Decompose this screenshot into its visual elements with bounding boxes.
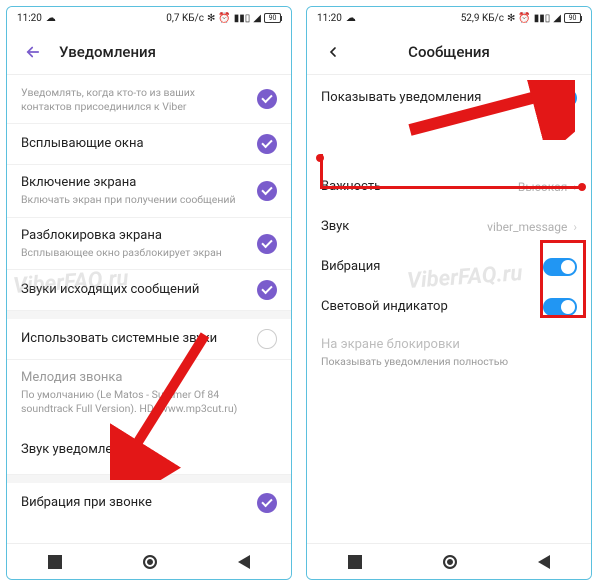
row-outgoing-sounds[interactable]: Звуки исходящих сообщений bbox=[7, 270, 291, 311]
signal-icon: ▮▮▯ bbox=[234, 13, 251, 24]
row-title: На экране блокировки bbox=[321, 337, 567, 354]
bluetooth-icon: ✻ bbox=[207, 13, 215, 24]
checkbox-icon[interactable] bbox=[257, 234, 277, 254]
phone-left: 11:20 ☁ 0,7 KБ/c ✻ ⏰ ▮▮▯ ◢ 90 Уведомлени… bbox=[6, 6, 292, 580]
row-title: Включение экрана bbox=[21, 175, 247, 192]
battery-icon: 90 bbox=[564, 13, 581, 23]
row-title: Мелодия звонка bbox=[21, 370, 267, 387]
toggle-switch[interactable] bbox=[543, 89, 577, 107]
row-title: Показывать уведомления bbox=[321, 90, 533, 107]
checkbox-icon[interactable] bbox=[257, 89, 277, 109]
annotation-underline bbox=[320, 186, 582, 189]
status-speed: 52,9 KБ/c bbox=[461, 13, 504, 24]
status-cloud-icon: ☁ bbox=[46, 13, 56, 24]
signal-icon: ▮▮▯ bbox=[534, 13, 551, 24]
row-title: Вибрация bbox=[321, 259, 533, 276]
status-speed: 0,7 KБ/c bbox=[166, 13, 204, 24]
nav-home-icon[interactable] bbox=[443, 555, 457, 569]
row-title: Использовать системные звуки bbox=[21, 331, 247, 348]
row-title: Звуки исходящих сообщений bbox=[21, 282, 247, 299]
row-value: viber_message bbox=[487, 220, 567, 234]
phone-right: 11:20 ☁ 52,9 KБ/c ✻ ⏰ ▮▮▯ ◢ 90 Сообщения… bbox=[306, 6, 592, 580]
status-cloud-icon: ☁ bbox=[346, 13, 356, 24]
page-title: Сообщения bbox=[408, 43, 490, 61]
row-title: Всплывающие окна bbox=[21, 136, 247, 153]
row-title: Световой индикатор bbox=[321, 299, 533, 316]
wifi-icon: ◢ bbox=[253, 13, 261, 24]
row-ringtone[interactable]: Мелодия звонка По умолчанию (Le Matos - … bbox=[7, 360, 291, 425]
row-contact-joined[interactable]: Уведомлять, когда кто-то из ваших контак… bbox=[7, 75, 291, 124]
row-unlock[interactable]: Разблокировка экрана Всплывающее окно ра… bbox=[7, 218, 291, 271]
row-sub: Уведомлять, когда кто-то из ваших контак… bbox=[21, 86, 247, 113]
status-time: 11:20 bbox=[317, 13, 342, 24]
row-vibration[interactable]: Вибрация bbox=[307, 247, 591, 287]
nav-home-icon[interactable] bbox=[143, 555, 157, 569]
row-sub: Показывать уведомления полностью bbox=[321, 355, 567, 369]
battery-icon: 90 bbox=[264, 13, 281, 23]
row-sub: Всплывающее окно разблокирует экран bbox=[21, 246, 247, 260]
checkbox-icon[interactable] bbox=[257, 181, 277, 201]
checkbox-icon[interactable] bbox=[257, 329, 277, 349]
divider bbox=[7, 311, 291, 319]
page-title: Уведомления bbox=[59, 43, 156, 61]
header: Уведомления bbox=[7, 29, 291, 75]
checkbox-icon[interactable] bbox=[257, 134, 277, 154]
alarm-icon: ⏰ bbox=[218, 13, 230, 24]
status-bar: 11:20 ☁ 52,9 KБ/c ✻ ⏰ ▮▮▯ ◢ 90 bbox=[307, 7, 591, 29]
row-title: Вибрация при звонке bbox=[21, 495, 247, 512]
toggle-switch[interactable] bbox=[543, 298, 577, 316]
back-button[interactable] bbox=[321, 40, 345, 64]
nav-recent-icon[interactable] bbox=[48, 555, 62, 569]
row-title: Разблокировка экрана bbox=[21, 228, 247, 245]
row-popup[interactable]: Всплывающие окна bbox=[7, 124, 291, 165]
bluetooth-icon: ✻ bbox=[507, 13, 515, 24]
row-screen-on[interactable]: Включение экрана Включать экран при полу… bbox=[7, 165, 291, 218]
header: Сообщения bbox=[307, 29, 591, 75]
row-vibrate-call[interactable]: Вибрация при звонке bbox=[7, 483, 291, 523]
wifi-icon: ◢ bbox=[553, 13, 561, 24]
settings-list: Уведомлять, когда кто-то из ваших контак… bbox=[7, 75, 291, 543]
row-notification-sound[interactable]: Звук уведомления bbox=[7, 426, 291, 476]
row-system-sounds[interactable]: Использовать системные звуки bbox=[7, 319, 291, 360]
nav-back-icon[interactable] bbox=[538, 555, 550, 569]
settings-list: Показывать уведомления Важность Высокая … bbox=[307, 75, 591, 543]
row-title: Звук bbox=[321, 219, 477, 236]
chevron-right-icon: › bbox=[573, 220, 577, 234]
nav-bar bbox=[307, 543, 591, 579]
nav-bar bbox=[7, 543, 291, 579]
divider bbox=[7, 475, 291, 483]
row-lockscreen[interactable]: На экране блокировки Показывать уведомле… bbox=[307, 327, 591, 379]
alarm-icon: ⏰ bbox=[518, 13, 530, 24]
checkbox-icon[interactable] bbox=[257, 280, 277, 300]
nav-recent-icon[interactable] bbox=[348, 555, 362, 569]
status-time: 11:20 bbox=[17, 13, 42, 24]
row-led[interactable]: Световой индикатор bbox=[307, 287, 591, 327]
row-title: Звук уведомления bbox=[21, 442, 267, 459]
row-sub: По умолчанию (Le Matos - Summer Of 84 so… bbox=[21, 388, 267, 415]
checkbox-icon[interactable] bbox=[257, 493, 277, 513]
row-sub: Включать экран при получении сообщений bbox=[21, 193, 247, 207]
toggle-switch[interactable] bbox=[543, 258, 577, 276]
back-button[interactable] bbox=[21, 40, 45, 64]
status-bar: 11:20 ☁ 0,7 KБ/c ✻ ⏰ ▮▮▯ ◢ 90 bbox=[7, 7, 291, 29]
nav-back-icon[interactable] bbox=[238, 555, 250, 569]
row-sound[interactable]: Звук viber_message › bbox=[307, 207, 591, 247]
row-show-notifications[interactable]: Показывать уведомления bbox=[307, 75, 591, 121]
